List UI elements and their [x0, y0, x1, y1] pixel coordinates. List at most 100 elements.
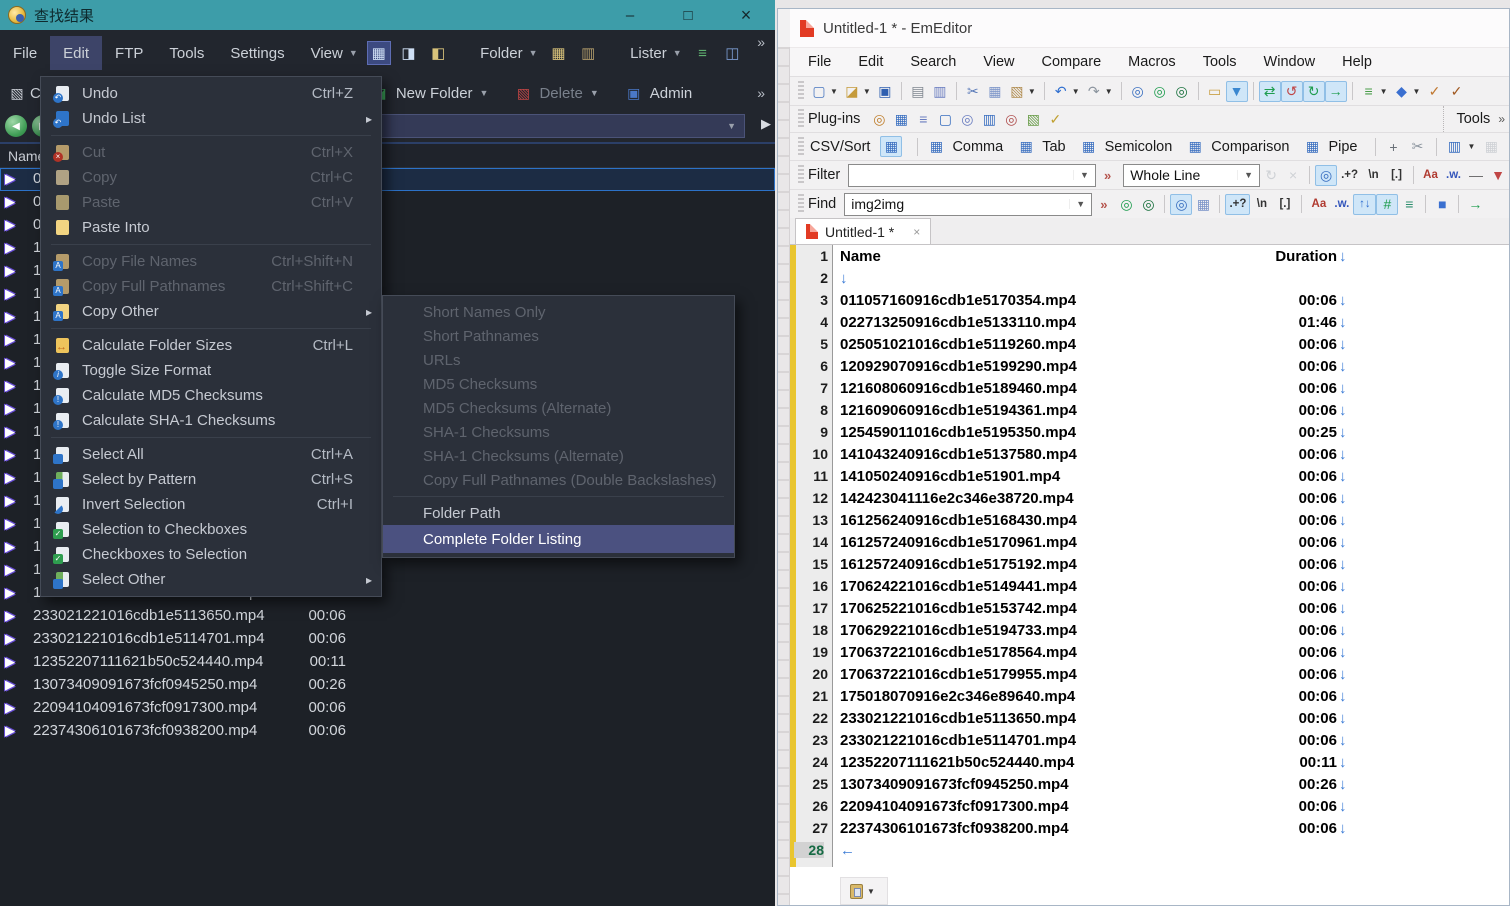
menu-item-calculate-folder-sizes[interactable]: Calculate Folder Sizes Ctrl+L	[41, 333, 381, 358]
22094104091673fcf0917300.mp4[interactable]: ▶ 22094104091673fcf0917300.mp4 00:06	[0, 697, 775, 720]
233021221016cdb1e5114701.mp4[interactable]: 23 233021221016cdb1e5114701.mp4 00:06	[840, 732, 1509, 754]
find-whole-word-toggle[interactable]	[1330, 194, 1353, 215]
121609060916cdb1e5194361.mp4[interactable]: 8 121609060916cdb1e5194361.mp4 00:06	[840, 402, 1509, 424]
csv-mode-tab[interactable]: Tab	[1015, 136, 1065, 157]
tab-untitled-1[interactable]: Untitled-1 * ×	[795, 218, 931, 244]
toolbar-grip[interactable]	[798, 81, 804, 101]
open-button[interactable]	[841, 81, 863, 102]
cut-button[interactable]	[962, 81, 984, 102]
find-next-button[interactable]	[1171, 81, 1193, 102]
view-menu-button[interactable]: View▼	[298, 45, 364, 62]
find-next-action-button[interactable]	[1464, 194, 1486, 215]
12352207111621b50c524440.mp4[interactable]: 24 12352207111621b50c524440.mp4 00:11	[840, 754, 1509, 776]
tools-overflow-chevron[interactable]: »	[1498, 112, 1505, 126]
filter-input[interactable]: ▼	[848, 164, 1096, 187]
submenu-sha1-checksums[interactable]: SHA-1 Checksums	[383, 420, 734, 444]
new-file-button[interactable]	[808, 81, 830, 102]
menu-item-checkboxes-to-selection[interactable]: Checkboxes to Selection	[41, 542, 381, 567]
find-escape-toggle[interactable]	[1250, 194, 1273, 215]
menu-item-copy-other[interactable]: Copy Other	[41, 299, 381, 324]
paste-options-button[interactable]: ▼	[840, 877, 888, 905]
csv-delete-column-button[interactable]	[1504, 136, 1510, 157]
lister-menu-button[interactable]: Lister▼	[617, 45, 688, 62]
menubar-overflow-chevron[interactable]: »	[747, 30, 775, 50]
233021221016cdb1e5114701.mp4[interactable]: ▶ 233021221016cdb1e5114701.mp4 00:06	[0, 628, 775, 651]
dropdown-arrow[interactable]: ▼	[1380, 87, 1388, 96]
csv-insert-column-button[interactable]	[1480, 136, 1502, 157]
toolbar-grip[interactable]	[798, 109, 804, 129]
submenu-md5-checksums[interactable]: MD5 Checksums	[383, 372, 734, 396]
233021221016cdb1e5113650.mp4[interactable]: 22 233021221016cdb1e5113650.mp4 00:06	[840, 710, 1509, 732]
tab-close-icon[interactable]: ×	[913, 225, 920, 239]
maximize-button[interactable]: □	[659, 0, 717, 30]
menu-item-copy-full-pathnames[interactable]: Copy Full Pathnames Ctrl+Shift+C	[41, 274, 381, 299]
csv-mode-semicolon[interactable]: Semicolon	[1078, 136, 1173, 157]
menu-tools[interactable]: Tools	[156, 36, 217, 70]
filter-regex-toggle[interactable]	[1337, 165, 1362, 186]
plugin-search2-icon[interactable]	[1000, 109, 1022, 130]
csv-mode-comparison[interactable]: Comparison	[1184, 136, 1289, 157]
menu-item-copy-file-names[interactable]: Copy File Names Ctrl+Shift+N	[41, 249, 381, 274]
go-button[interactable]: ▶	[761, 116, 771, 132]
find-previous-bar-button[interactable]	[1115, 194, 1137, 215]
120929070916cdb1e5199290.mp4[interactable]: 6 120929070916cdb1e5199290.mp4 00:06	[840, 358, 1509, 380]
233021221016cdb1e5113650.mp4[interactable]: ▶ 233021221016cdb1e5113650.mp4 00:06	[0, 605, 775, 628]
menu-settings[interactable]: Settings	[217, 36, 297, 70]
paste-button[interactable]	[1006, 81, 1028, 102]
folder-tree-button[interactable]: ▥	[576, 41, 600, 65]
menu-item-select-other[interactable]: Select Other	[41, 567, 381, 592]
submenu-short-pathnames[interactable]: Short Pathnames	[383, 324, 734, 348]
menu-item-invert-selection[interactable]: Invert Selection Ctrl+I	[41, 492, 381, 517]
menu-item-selection-to-checkboxes[interactable]: Selection to Checkboxes	[41, 517, 381, 542]
csv-mode-pipe[interactable]: Pipe	[1301, 136, 1357, 157]
menu-item-paste-into[interactable]: Paste Into	[41, 215, 381, 240]
wrap-button[interactable]	[1259, 81, 1281, 102]
filter-escape-toggle[interactable]	[1362, 165, 1385, 186]
csv-move-button[interactable]	[1383, 136, 1405, 157]
minimize-button[interactable]: –	[601, 0, 659, 30]
emenu-edit[interactable]: Edit	[858, 54, 883, 70]
toolbar-grip[interactable]	[798, 137, 804, 157]
submenu-short-names-only[interactable]: Short Names Only	[383, 300, 734, 324]
emenu-tools[interactable]: Tools	[1203, 54, 1237, 70]
submenu-sha1-checksums-alternate[interactable]: SHA-1 Checksums (Alternate)	[383, 444, 734, 468]
close-button[interactable]: ×	[717, 0, 775, 30]
folder-menu-button[interactable]: Folder▼	[467, 45, 543, 62]
find-highlight-toggle[interactable]	[1170, 194, 1192, 215]
submenu-copy-full-pathnames-double-backslashes[interactable]: Copy Full Pathnames (Double Backslashes)	[383, 468, 734, 492]
175018070916e2c346e89640.mp4[interactable]: 21 175018070916e2c346e89640.mp4 00:06	[840, 688, 1509, 710]
chevron-down-icon[interactable]: ▼	[1073, 170, 1095, 180]
emenu-macros[interactable]: Macros	[1128, 54, 1176, 70]
print-preview-button[interactable]	[929, 81, 951, 102]
Name[interactable]: 1 Name Duration	[840, 248, 1509, 270]
161256240916cdb1e5168430.mp4[interactable]: 13 161256240916cdb1e5168430.mp4 00:06	[840, 512, 1509, 534]
menu-item-paste[interactable]: Paste Ctrl+V	[41, 190, 381, 215]
refresh-button[interactable]	[1303, 81, 1325, 102]
menu-item-cut[interactable]: Cut Ctrl+X	[41, 140, 381, 165]
menu-item-select-all[interactable]: Select All Ctrl+A	[41, 442, 381, 467]
13073409091673fcf0945250.mp4[interactable]: 25 13073409091673fcf0945250.mp4 00:26	[840, 776, 1509, 798]
emenu-file[interactable]: File	[808, 54, 831, 70]
submenu-md5-checksums-alternate[interactable]: MD5 Checksums (Alternate)	[383, 396, 734, 420]
plugin-snippets-icon[interactable]	[890, 109, 912, 130]
emenu-help[interactable]: Help	[1342, 54, 1372, 70]
filter-remove-button[interactable]	[1487, 165, 1509, 186]
submenu-complete-folder-listing[interactable]: Complete Folder Listing	[383, 525, 734, 553]
print-button[interactable]	[907, 81, 929, 102]
menu-ftp[interactable]: FTP	[102, 36, 156, 70]
submenu-urls[interactable]: URLs	[383, 348, 734, 372]
170637221016cdb1e5178564.mp4[interactable]: 19 170637221016cdb1e5178564.mp4 00:06	[840, 644, 1509, 666]
menu-edit[interactable]: Edit	[50, 36, 102, 70]
save-button[interactable]	[874, 81, 896, 102]
011057160916cdb1e5170354.mp4[interactable]: 3 011057160916cdb1e5170354.mp4 00:06	[840, 292, 1509, 314]
141043240916cdb1e5137580.mp4[interactable]: 10 141043240916cdb1e5137580.mp4 00:06	[840, 446, 1509, 468]
filter-magnifier-toggle[interactable]	[1315, 165, 1337, 186]
spelling-button[interactable]	[1423, 81, 1445, 102]
022713250916cdb1e5133110.mp4[interactable]: 4 022713250916cdb1e5133110.mp4 01:46	[840, 314, 1509, 336]
emenu-view[interactable]: View	[983, 54, 1014, 70]
editor-line[interactable]: 28 ←	[840, 842, 1509, 864]
admin-button[interactable]: ▣ Admin	[625, 85, 693, 102]
find-button[interactable]	[1127, 81, 1149, 102]
141050240916cdb1e51901.mp4[interactable]: 11 141050240916cdb1e51901.mp4 00:06	[840, 468, 1509, 490]
dropdown-arrow[interactable]: ▼	[1105, 87, 1113, 96]
